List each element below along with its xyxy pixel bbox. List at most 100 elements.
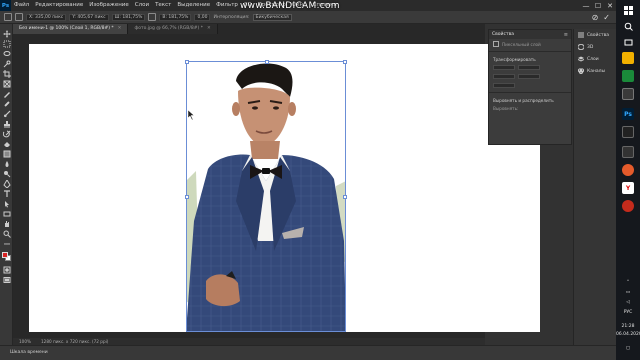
menu-image[interactable]: Изображение <box>86 0 132 11</box>
align-section-header[interactable]: Выровнять и распределить <box>489 95 571 104</box>
timeline-label[interactable]: Шкала времени <box>10 350 48 355</box>
tab-document-2[interactable]: фото.jpg @ 66,7% (RGB/8#) * ✕ <box>128 24 218 34</box>
document-tabs: Без имени-1 @ 100% (Слой 1, RGB/8#) * ✕ ф… <box>13 24 485 34</box>
link-icon[interactable] <box>148 13 157 21</box>
tab-document-1[interactable]: Без имени-1 @ 100% (Слой 1, RGB/8#) * ✕ <box>13 24 129 34</box>
type-tool-icon[interactable] <box>2 190 11 198</box>
transform-x-input[interactable] <box>518 65 540 70</box>
mouse-cursor-icon <box>188 110 195 121</box>
transform-handle-t[interactable] <box>265 60 269 64</box>
lasso-tool-icon[interactable] <box>2 50 11 58</box>
quick-mask-icon[interactable] <box>2 266 11 274</box>
eraser-tool-icon[interactable] <box>2 140 11 148</box>
menu-type[interactable]: Текст <box>152 0 174 11</box>
angle-field[interactable]: 0,00 <box>194 13 211 21</box>
zoom-tool-icon[interactable] <box>2 230 11 238</box>
more-tools-icon[interactable] <box>2 240 11 248</box>
file-explorer-icon[interactable] <box>622 52 634 64</box>
rectangle-tool-icon[interactable] <box>2 210 11 218</box>
transform-angle-input[interactable] <box>493 83 515 88</box>
menu-select[interactable]: Выделение <box>174 0 213 11</box>
dock-item-properties[interactable]: Свойства <box>574 29 616 41</box>
reference-point-icon[interactable] <box>15 13 23 21</box>
maximize-button[interactable]: ☐ <box>592 0 604 11</box>
dock-item-channels[interactable]: Каналы <box>574 65 616 77</box>
notifications-icon[interactable]: ▢ <box>616 346 640 351</box>
marquee-tool-icon[interactable] <box>2 40 11 48</box>
panel-dock: Свойства 3D Слои Каналы <box>573 29 616 345</box>
path-select-tool-icon[interactable] <box>2 200 11 208</box>
windows-start-icon[interactable] <box>622 4 634 16</box>
dock-label: 3D <box>587 44 594 50</box>
menu-filter[interactable]: Фильтр <box>213 0 241 11</box>
commit-transform-button[interactable]: ✓ <box>603 13 610 22</box>
windows-taskbar: Ps Y ⌃ ▭ ◁ РУС 21:28 06.04.2020 ▢ <box>616 0 640 360</box>
x-position-field[interactable]: X: 335,00 пикс <box>26 13 67 21</box>
crop-tool-icon[interactable] <box>2 70 11 78</box>
firefox-icon[interactable] <box>622 164 634 176</box>
yandex-icon[interactable]: Y <box>622 182 634 194</box>
app-icon[interactable] <box>622 88 634 100</box>
document-size: 1280 пикс. x 720 пикс. (72 ppi) <box>40 339 109 344</box>
gradient-tool-icon[interactable] <box>2 150 11 158</box>
search-icon[interactable] <box>622 20 634 32</box>
panel-menu-icon[interactable]: ≡ <box>564 32 568 38</box>
close-tab-icon[interactable]: ✕ <box>207 26 211 31</box>
stamp-tool-icon[interactable] <box>2 120 11 128</box>
quick-select-tool-icon[interactable] <box>2 60 11 68</box>
transform-handle-tr[interactable] <box>343 60 347 64</box>
dock-item-layers[interactable]: Слои <box>574 53 616 65</box>
volume-icon[interactable]: ◁ <box>616 300 640 305</box>
pen-tool-icon[interactable] <box>2 180 11 188</box>
dock-item-3d[interactable]: 3D <box>574 41 616 53</box>
tab-label: Без имени-1 @ 100% (Слой 1, RGB/8#) * <box>19 26 114 31</box>
close-button[interactable]: ✕ <box>604 0 616 11</box>
screen-mode-icon[interactable] <box>2 276 11 284</box>
clock-time[interactable]: 21:28 <box>616 324 640 329</box>
layer-type-row: Пиксельный слой <box>489 39 571 49</box>
zoom-level[interactable]: 100% <box>19 339 31 344</box>
interpolation-select[interactable]: Бикубическая <box>252 13 292 21</box>
width-field[interactable]: Ш: 181,75% <box>111 13 146 21</box>
menu-layers[interactable]: Слои <box>132 0 152 11</box>
cancel-transform-button[interactable]: ⊘ <box>592 13 599 22</box>
menu-file[interactable]: Файл <box>11 0 32 11</box>
bandicam-icon[interactable] <box>622 200 634 212</box>
timeline-panel: Шкала времени <box>0 345 616 360</box>
transform-y-input[interactable] <box>518 74 540 79</box>
y-position-field[interactable]: Y: 405,67 пикс <box>69 13 109 21</box>
app-icon[interactable] <box>622 126 634 138</box>
dodge-tool-icon[interactable] <box>2 170 11 178</box>
app-icon[interactable] <box>622 146 634 158</box>
store-app-icon[interactable] <box>622 70 634 82</box>
close-tab-icon[interactable]: ✕ <box>118 26 122 31</box>
foreground-color-swatch[interactable] <box>2 252 8 258</box>
clock-date[interactable]: 06.04.2020 <box>616 332 640 337</box>
transform-handle-r[interactable] <box>343 195 347 199</box>
menu-edit[interactable]: Редактирование <box>32 0 86 11</box>
transform-handle-tl[interactable] <box>185 60 189 64</box>
network-icon[interactable]: ▭ <box>616 290 640 295</box>
minimize-button[interactable]: — <box>580 0 592 11</box>
transform-icon[interactable] <box>4 13 12 21</box>
frame-tool-icon[interactable] <box>2 80 11 88</box>
transform-height-input[interactable] <box>493 74 515 79</box>
move-tool-icon[interactable] <box>2 30 11 38</box>
brush-tool-icon[interactable] <box>2 110 11 118</box>
history-brush-tool-icon[interactable] <box>2 130 11 138</box>
photoshop-taskbar-icon[interactable]: Ps <box>622 108 634 120</box>
height-field[interactable]: В: 181,75% <box>159 13 192 21</box>
transform-bounding-box[interactable] <box>185 60 347 332</box>
blur-tool-icon[interactable] <box>2 160 11 168</box>
transform-width-input[interactable] <box>493 65 515 70</box>
task-view-icon[interactable] <box>622 36 634 48</box>
transform-handle-l[interactable] <box>185 195 189 199</box>
properties-header: Свойства ≡ <box>489 30 571 39</box>
status-bar: 100% 1280 пикс. x 720 пикс. (72 ppi) <box>13 338 485 345</box>
tray-expand-icon[interactable]: ⌃ <box>616 280 640 285</box>
language-indicator[interactable]: РУС <box>616 310 640 315</box>
transform-section-header[interactable]: Трансформировать <box>489 54 571 63</box>
hand-tool-icon[interactable] <box>2 220 11 228</box>
healing-brush-tool-icon[interactable] <box>2 100 11 108</box>
eyedropper-tool-icon[interactable] <box>2 90 11 98</box>
